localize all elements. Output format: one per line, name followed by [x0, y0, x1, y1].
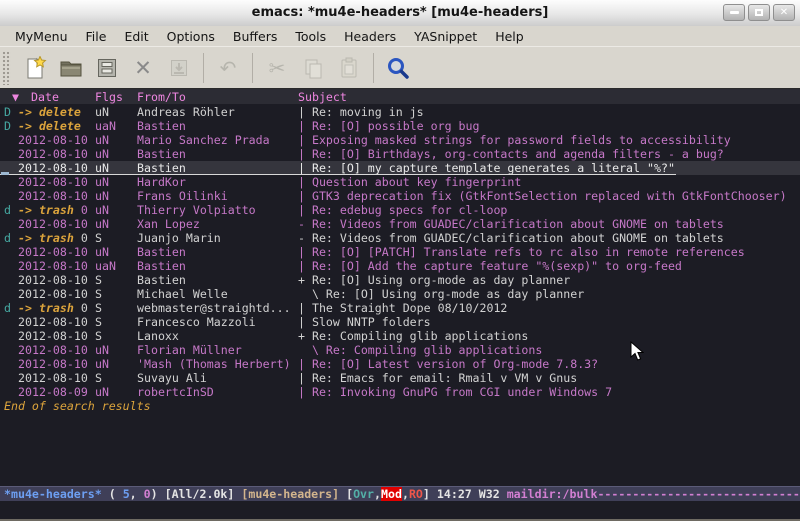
menu-item-yasnippet[interactable]: YASnippet [405, 28, 486, 45]
window-controls: ✕ [723, 4, 795, 21]
message-row[interactable]: 2012-08-10 uN Bastien | Re: [O] Birthday… [0, 147, 800, 161]
menu-item-options[interactable]: Options [158, 28, 224, 45]
minimize-button[interactable] [723, 4, 745, 21]
toolbar-separator [252, 53, 253, 83]
sort-descending-icon: ▼ [12, 90, 19, 104]
message-row[interactable]: 2012-08-10 S Suvayu Ali | Re: Emacs for … [0, 371, 800, 385]
menubar: MyMenu File Edit Options Buffers Tools H… [0, 26, 800, 46]
modeline-column-number: 0 [144, 487, 151, 501]
emacs-window: emacs: *mu4e-headers* [mu4e-headers] ✕ M… [0, 0, 800, 521]
close-file-button[interactable]: ✕ [130, 54, 156, 82]
toolbar-drag-handle[interactable] [2, 51, 11, 85]
copy-icon [301, 56, 325, 80]
message-row[interactable]: 2012-08-09 uN robertcInSD | Re: Invoking… [0, 385, 800, 399]
message-row[interactable]: 2012-08-10 uN Bastien | Re: [O] [PATCH] … [0, 245, 800, 259]
maximize-icon [755, 9, 763, 16]
message-row[interactable]: d -> trash 0 uN Thierry Volpiatto | Re: … [0, 203, 800, 217]
end-of-search-results: End of search results [0, 399, 800, 413]
message-row[interactable]: 2012-08-10 uN Xan Lopez - Re: Videos fro… [0, 217, 800, 231]
menu-item-edit[interactable]: Edit [115, 28, 157, 45]
column-header-flags: Flgs [95, 90, 123, 104]
undo-icon: ↶ [220, 56, 237, 80]
message-row[interactable]: D -> delete uN Andreas Röhler | Re: movi… [0, 105, 800, 119]
message-row[interactable]: d -> trash 0 S webmaster@straightd... | … [0, 301, 800, 315]
cut-icon: ✂ [269, 56, 286, 80]
message-row[interactable]: 2012-08-10 uN 'Mash (Thomas Herbert) | R… [0, 357, 800, 371]
message-row[interactable]: 2012-08-10 uN Frans Oilinki | GTK3 depre… [0, 189, 800, 203]
search-icon [386, 56, 410, 80]
paste-button[interactable] [336, 54, 362, 82]
menu-item-mymenu[interactable]: MyMenu [6, 28, 77, 45]
column-header-date: Date [31, 90, 59, 104]
save-as-icon [167, 56, 191, 80]
undo-button[interactable]: ↶ [215, 54, 241, 82]
toolbar-separator [203, 53, 204, 83]
message-row[interactable]: d -> trash 0 S Juanjo Marin - Re: Videos… [0, 231, 800, 245]
modeline-modified-badge: Mod [381, 487, 402, 501]
message-row[interactable]: D -> delete uaN Bastien | Re: [O] possib… [0, 119, 800, 133]
menu-item-file[interactable]: File [77, 28, 116, 45]
message-row[interactable]: 2012-08-10 uN Florian Müllner \ Re: Comp… [0, 343, 800, 357]
modeline-readonly-indicator: RO [409, 487, 423, 501]
open-folder-icon [59, 56, 83, 80]
close-button[interactable]: ✕ [773, 4, 795, 21]
message-row[interactable]: 2012-08-10 uN HardKor | Question about k… [0, 175, 800, 189]
modeline-maildir: maildir:/bulk [507, 487, 598, 501]
modeline-filler-dashes: ----------------------------------------… [597, 487, 800, 501]
paste-icon [337, 56, 361, 80]
close-file-icon: ✕ [134, 56, 152, 80]
cut-button[interactable]: ✂ [264, 54, 290, 82]
mode-line[interactable]: *mu4e-headers* ( 5, 0) [All/2.0k] [mu4e-… [0, 486, 800, 501]
menu-item-tools[interactable]: Tools [286, 28, 335, 45]
column-header-subject: Subject [298, 90, 347, 104]
mu4e-headers-buffer: ▼ Date Flgs From/To Subject D -> delete … [0, 89, 800, 519]
message-list: D -> delete uN Andreas Röhler | Re: movi… [0, 105, 800, 413]
message-row[interactable]: 2012-08-10 S Bastien + Re: [O] Using org… [0, 273, 800, 287]
menu-item-headers[interactable]: Headers [335, 28, 405, 45]
message-row[interactable]: 2012-08-10 S Michael Welle \ Re: [O] Usi… [0, 287, 800, 301]
maximize-button[interactable] [748, 4, 770, 21]
modeline-major-mode: [mu4e-headers] [241, 487, 339, 501]
search-button[interactable] [385, 54, 411, 82]
save-icon [95, 56, 119, 80]
new-file-icon [23, 56, 47, 80]
message-row[interactable]: 2012-08-10 uN Mario Sanchez Prada | Expo… [0, 133, 800, 147]
copy-button[interactable] [300, 54, 326, 82]
titlebar: emacs: *mu4e-headers* [mu4e-headers] ✕ [0, 0, 800, 27]
save-as-button[interactable] [166, 54, 192, 82]
save-button[interactable] [94, 54, 120, 82]
modeline-buffer-name: *mu4e-headers* [4, 487, 102, 501]
toolbar-separator [373, 53, 374, 83]
message-row-current[interactable]: 2012-08-10 uN Bastien | Re: [O] my captu… [0, 161, 800, 175]
window-title: emacs: *mu4e-headers* [mu4e-headers] [0, 5, 800, 20]
open-folder-button[interactable] [58, 54, 84, 82]
modeline-line-number: 5 [123, 487, 130, 501]
message-row[interactable]: 2012-08-10 uaN Bastien | Re: [O] Add the… [0, 259, 800, 273]
headers-header-line: ▼ Date Flgs From/To Subject [0, 89, 800, 104]
close-icon: ✕ [780, 7, 788, 18]
mouse-cursor [630, 341, 644, 366]
column-header-from: From/To [137, 90, 186, 104]
minimize-icon [730, 11, 739, 14]
new-file-button[interactable] [22, 54, 48, 82]
modeline-ovr-indicator: Ovr [353, 487, 374, 501]
message-row[interactable]: 2012-08-10 S Francesco Mazzoli | Slow NN… [0, 315, 800, 329]
menu-item-help[interactable]: Help [486, 28, 533, 45]
toolbar: ✕ ↶ ✂ [0, 46, 800, 89]
echo-area[interactable] [0, 501, 800, 519]
menu-item-buffers[interactable]: Buffers [224, 28, 286, 45]
message-row[interactable]: 2012-08-10 S Lanoxx + Re: Compiling glib… [0, 329, 800, 343]
